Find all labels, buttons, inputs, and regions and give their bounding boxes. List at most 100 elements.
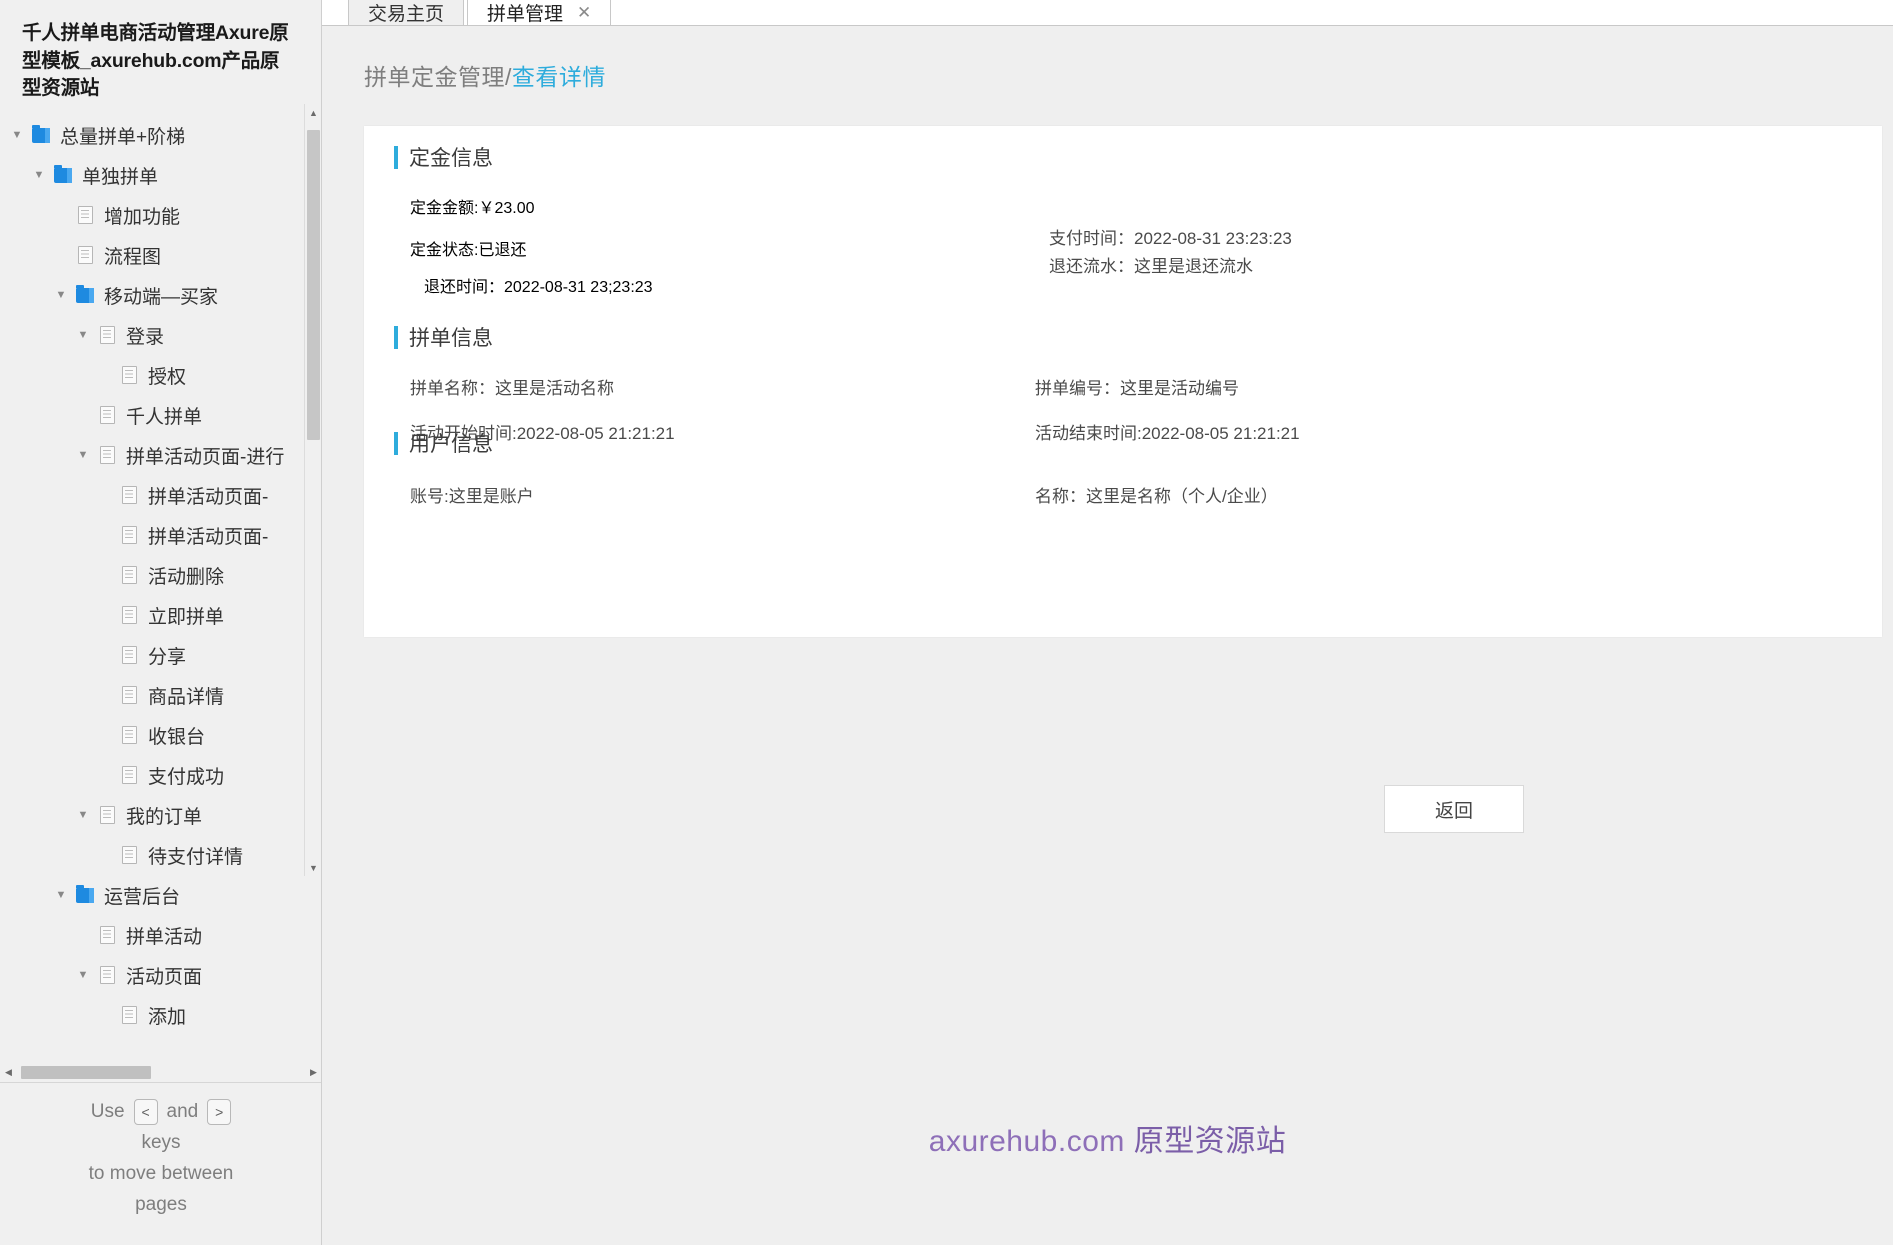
tab-label: 交易主页	[368, 4, 445, 25]
sitemap-node-label: 收银台	[148, 726, 206, 748]
sitemap-node[interactable]: ▼拼单活动页面-	[0, 515, 308, 555]
page-icon-glyph	[99, 966, 115, 985]
sitemap-node[interactable]: ▼流程图	[0, 235, 308, 275]
sitemap-node-label: 拼单活动页面-	[148, 486, 269, 508]
page-icon-glyph	[121, 846, 137, 865]
page-icon-glyph	[121, 686, 137, 705]
page-icon-glyph	[77, 246, 93, 265]
sitemap-node[interactable]: ▼增加功能	[0, 195, 308, 235]
back-button[interactable]: 返回	[1384, 785, 1524, 833]
sitemap-node-label: 流程图	[104, 246, 162, 268]
sitemap-node[interactable]: ▼ 活动页面	[0, 955, 308, 995]
chevron-down-icon[interactable]: ▼	[50, 289, 72, 301]
folder-icon-glyph	[76, 884, 94, 903]
prev-page-key: <	[133, 1098, 158, 1125]
page-icon	[94, 806, 120, 825]
sitemap-node-label: 拼单活动页面-	[148, 526, 269, 548]
page-icon	[116, 646, 142, 665]
sitemap-node[interactable]: ▼ 运营后台	[0, 875, 308, 915]
deposit-pay-time: 支付时间：2022-08-31 23:23:23	[1049, 229, 1292, 248]
page-icon	[72, 246, 98, 265]
chevron-down-icon[interactable]: ▼	[28, 169, 50, 181]
sitemap-node[interactable]: ▼授权	[0, 355, 308, 395]
close-icon[interactable]: ✕	[577, 4, 591, 21]
page-icon-glyph	[121, 726, 137, 745]
sitemap-node[interactable]: ▼拼单活动页面-	[0, 475, 308, 515]
group-order-section-header: 拼单信息	[394, 322, 1852, 352]
hint-line-2: to move between	[88, 1163, 234, 1184]
breadcrumb: 拼单定金管理/查看详情	[322, 26, 1893, 92]
page-icon	[94, 406, 120, 425]
chevron-down-icon[interactable]: ▼	[6, 129, 28, 141]
tree-horizontal-scrollbar[interactable]: ◀ ▶	[0, 1063, 321, 1082]
sitemap-node[interactable]: ▼分享	[0, 635, 308, 675]
watermark-site: axurehub.com	[928, 1125, 1134, 1158]
page-icon-glyph	[99, 326, 115, 345]
sitemap-tree-wrapper: ▼总量拼单+阶梯▼单独拼单▼增加功能▼流程图▼移动端—买家▼登录▼授权▼千人拼单…	[0, 109, 321, 1034]
folder-icon-glyph	[54, 164, 72, 183]
breadcrumb-current[interactable]: 查看详情	[512, 64, 606, 90]
chevron-down-icon[interactable]: ▼	[72, 329, 94, 341]
sitemap-node[interactable]: ▼待支付详情	[0, 835, 308, 875]
sitemap-node-label: 活动页面	[126, 966, 203, 988]
sitemap-node[interactable]: ▼添加	[0, 995, 308, 1034]
page-icon	[116, 526, 142, 545]
sitemap-node[interactable]: ▼ 登录	[0, 315, 308, 355]
user-name: 名称：这里是名称（个人/企业）	[1035, 487, 1278, 506]
scroll-right-icon[interactable]: ▶	[305, 1063, 321, 1082]
page-icon	[116, 486, 142, 505]
sitemap-node-label: 授权	[148, 366, 187, 388]
sitemap-node[interactable]: ▼拼单活动	[0, 915, 308, 955]
sitemap-node[interactable]: ▼立即拼单	[0, 595, 308, 635]
deposit-info-block: 定金信息 定金金额:￥23.00 定金状态:已退还 退还时间：2022-08-3…	[394, 142, 1852, 297]
scroll-down-icon[interactable]: ▼	[305, 859, 321, 876]
page-icon	[116, 846, 142, 865]
vertical-scroll-thumb[interactable]	[307, 130, 320, 440]
horizontal-scroll-thumb[interactable]	[21, 1066, 151, 1079]
group-order-section-title: 拼单信息	[409, 327, 493, 350]
sitemap-node[interactable]: ▼ 移动端—买家	[0, 275, 308, 315]
sitemap-node[interactable]: ▼ 我的订单	[0, 795, 308, 835]
sitemap-node[interactable]: ▼ 单独拼单	[0, 155, 308, 195]
tab-bar: 交易主页 拼单管理 ✕	[322, 0, 1893, 26]
breadcrumb-parent: 拼单定金管理/	[364, 64, 512, 90]
page-icon	[116, 1006, 142, 1025]
page-icon	[116, 766, 142, 785]
page-content: 拼单定金管理/查看详情 定金信息 定金金额:￥23.00 定金状态:已退还 退还…	[322, 26, 1893, 1245]
deposit-section-title: 定金信息	[409, 147, 493, 170]
hint-and-word: and	[166, 1101, 199, 1122]
sitemap-node[interactable]: ▼商品详情	[0, 675, 308, 715]
sitemap-tree[interactable]: ▼总量拼单+阶梯▼单独拼单▼增加功能▼流程图▼移动端—买家▼登录▼授权▼千人拼单…	[0, 109, 308, 1034]
user-account: 账号:这里是账户	[410, 487, 534, 506]
user-row-1: 账号:这里是账户 名称：这里是名称（个人/企业）	[394, 482, 1852, 507]
sitemap-node[interactable]: ▼千人拼单	[0, 395, 308, 435]
page-icon-glyph	[121, 646, 137, 665]
chevron-down-icon[interactable]: ▼	[72, 969, 94, 981]
sitemap-node[interactable]: ▼收银台	[0, 715, 308, 755]
tab-item[interactable]: 拼单管理 ✕	[467, 0, 612, 25]
sitemap-node[interactable]: ▼ 拼单活动页面-进行	[0, 435, 308, 475]
sitemap-node-label: 添加	[148, 1006, 187, 1028]
scroll-left-icon[interactable]: ◀	[0, 1063, 17, 1082]
horizontal-scroll-track[interactable]	[17, 1063, 305, 1082]
page-icon-glyph	[77, 206, 93, 225]
group-order-code: 拼单编号：这里是活动编号	[1035, 379, 1239, 398]
tree-vertical-scrollbar[interactable]: ▲ ▼	[304, 104, 321, 876]
sitemap-node-label: 千人拼单	[126, 406, 203, 428]
chevron-down-icon[interactable]: ▼	[50, 889, 72, 901]
chevron-down-icon[interactable]: ▼	[72, 449, 94, 461]
sitemap-node-label: 拼单活动页面-进行	[126, 446, 285, 468]
sitemap-node[interactable]: ▼支付成功	[0, 755, 308, 795]
tab-item[interactable]: 交易主页	[348, 0, 465, 25]
detail-panel: 定金信息 定金金额:￥23.00 定金状态:已退还 退还时间：2022-08-3…	[364, 126, 1882, 637]
page-icon	[116, 726, 142, 745]
scroll-up-icon[interactable]: ▲	[305, 104, 321, 121]
next-page-key: >	[207, 1098, 232, 1125]
chevron-down-icon[interactable]: ▼	[72, 809, 94, 821]
user-section-title: 用户信息	[409, 433, 493, 456]
sitemap-node[interactable]: ▼ 总量拼单+阶梯	[0, 115, 308, 155]
page-icon-glyph	[121, 606, 137, 625]
sitemap-node-label: 待支付详情	[148, 846, 244, 868]
app-root: 千人拼单电商活动管理Axure原型模板_axurehub.com产品原型资源站 …	[0, 0, 1893, 1245]
sitemap-node[interactable]: ▼活动删除	[0, 555, 308, 595]
